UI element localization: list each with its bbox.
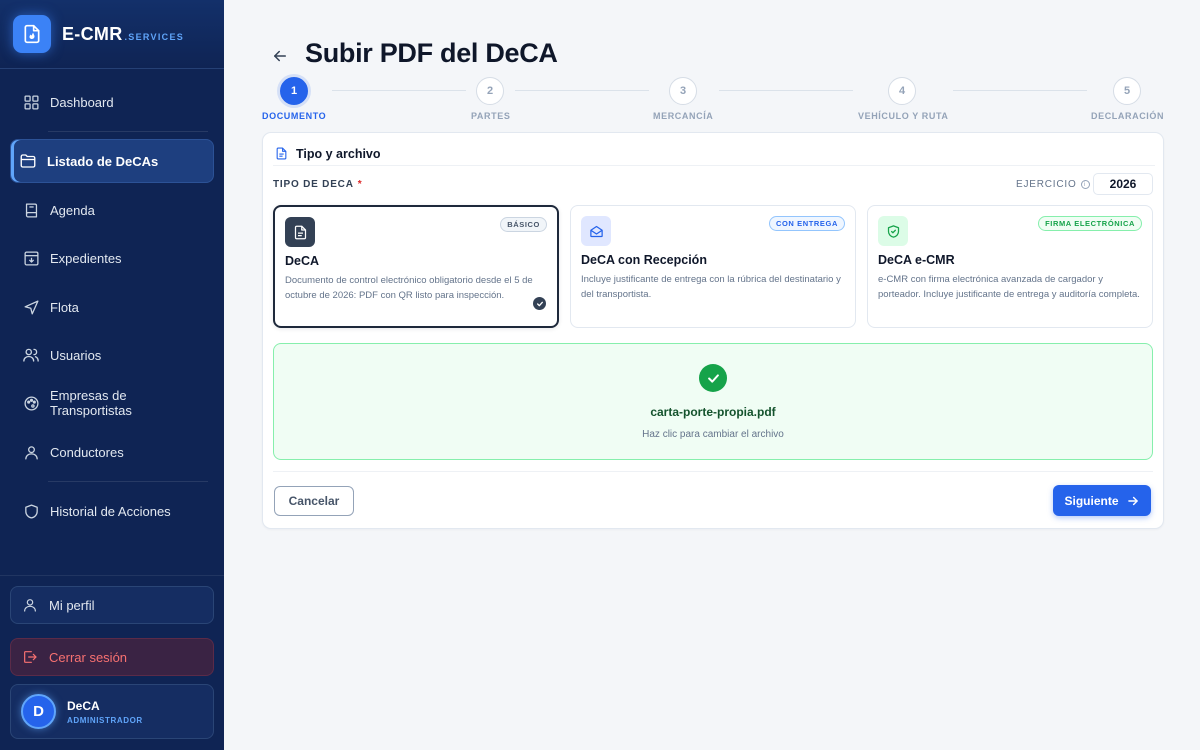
navigation-icon [22,298,40,316]
upload-card: Tipo y archivo TIPO DE DECA * EJERCICIO i … [262,132,1164,529]
check-circle-icon [699,364,727,392]
brand[interactable]: E-CMR .SERVICES [0,0,224,69]
type-title: DeCA e-CMR [878,253,955,267]
arrow-right-icon [1126,494,1140,508]
step-vehiculo-ruta[interactable]: 4 [888,77,916,105]
file-text-icon [285,217,315,247]
sidebar-item-historial-acciones[interactable]: Historial de Acciones [10,489,214,533]
logout-button[interactable]: Cerrar sesión [10,638,214,676]
cancel-button[interactable]: Cancelar [274,486,354,516]
step-documento[interactable]: 1 [280,77,308,105]
card-footer-separator [273,471,1153,472]
sidebar-item-flota[interactable]: Flota [10,285,214,329]
stepper-connector [332,90,466,91]
required-mark: * [357,179,363,190]
back-button[interactable] [270,46,290,66]
step-label: MERCANCÍA [653,111,714,121]
step-mercancia[interactable]: 3 [669,77,697,105]
sidebar-item-label: Dashboard [50,94,114,110]
brand-logo-icon [13,15,51,53]
type-option-deca-ecmr[interactable]: FIRMA ELECTRÓNICA DeCA e-CMR e-CMR con f… [867,205,1153,328]
grid-icon [22,93,40,111]
stepper-connector [515,90,649,91]
brand-name: E-CMR [62,23,123,44]
sidebar-item-label: Listado de DeCAs [47,153,159,169]
step-partes[interactable]: 2 [476,77,504,105]
file-text-icon [275,147,289,161]
sidebar-item-dashboard[interactable]: Dashboard [10,80,214,124]
step-label: VEHÍCULO Y RUTA [858,111,949,121]
selected-check-icon [533,297,546,310]
type-badge: BÁSICO [500,217,547,232]
sidebar-item-label: Conductores [50,444,124,460]
user-icon [21,596,39,614]
step-label: DOCUMENTO [262,111,327,121]
sidebar-divider [48,131,208,132]
step-label: PARTES [471,111,511,121]
info-icon: i [1080,180,1090,189]
book-icon [22,201,40,219]
card-header-title: Tipo y archivo [296,146,381,161]
type-option-deca-recepcion[interactable]: CON ENTREGA DeCA con Recepción Incluye j… [570,205,856,328]
ejercicio-label: EJERCICIO i [1016,179,1090,190]
sidebar: E-CMR .SERVICES Dashboard Listado de DeC… [0,0,224,750]
sidebar-item-label: Historial de Acciones [50,503,171,519]
mail-open-icon [581,216,611,246]
type-option-deca[interactable]: BÁSICO DeCA Documento de control electró… [273,205,559,328]
sidebar-item-label: Flota [50,299,79,315]
sidebar-bottom-separator [0,575,224,576]
sidebar-item-label: Agenda [50,202,95,218]
type-title: DeCA [285,254,320,268]
uploaded-file-name: carta-porte-propia.pdf [650,405,776,419]
archive-icon [22,249,40,267]
folder-icon [19,152,37,170]
user-icon [22,443,40,461]
type-field-label: TIPO DE DECA * [273,179,363,190]
type-description: Documento de control electrónico obligat… [285,275,533,301]
sidebar-item-conductores[interactable]: Conductores [10,430,214,474]
user-card[interactable]: D DeCA ADMINISTRADOR [10,684,214,739]
stepper-connector [953,90,1087,91]
sidebar-item-label: Usuarios [50,347,102,363]
next-button[interactable]: Siguiente [1053,485,1151,516]
sidebar-item-empresas-transportistas[interactable]: Empresas de Transportistas [10,381,214,425]
shield-icon [22,502,40,520]
sidebar-item-agenda[interactable]: Agenda [10,188,214,232]
sidebar-item-expedientes[interactable]: Expedientes [10,236,214,280]
type-badge: FIRMA ELECTRÓNICA [1038,216,1142,231]
sidebar-item-label: Empresas de Transportistas [50,388,132,418]
ejercicio-input[interactable] [1093,173,1153,195]
logout-icon [21,648,39,666]
avatar: D [21,694,56,729]
sidebar-item-label: Expedientes [50,250,122,266]
users-icon [22,346,40,364]
step-label: DECLARACIÓN [1091,111,1165,121]
profile-button[interactable]: Mi perfil [10,586,214,624]
logout-label: Cerrar sesión [49,649,128,665]
brand-suffix: .SERVICES [124,32,185,42]
shield-check-icon [878,216,908,246]
file-dropzone[interactable]: carta-porte-propia.pdf Haz clic para cam… [273,343,1153,460]
user-role: ADMINISTRADOR [67,715,143,725]
type-badge: CON ENTREGA [768,216,845,231]
sidebar-item-listado-decas[interactable]: Listado de DeCAs [10,139,214,183]
page-title: Subir PDF del DeCA [305,38,558,68]
card-header: Tipo y archivo [273,142,1155,166]
sidebar-divider [48,481,208,482]
type-description: Incluye justificante de entrega con la r… [581,274,841,300]
user-name: DeCA [67,698,100,713]
profile-label: Mi perfil [49,597,95,613]
type-title: DeCA con Recepción [581,253,707,267]
palette-icon [22,394,40,412]
stepper-connector [719,90,853,91]
dropzone-hint: Haz clic para cambiar el archivo [642,429,784,440]
step-declaracion[interactable]: 5 [1113,77,1141,105]
arrow-left-icon [274,50,286,62]
next-label: Siguiente [1064,493,1119,508]
type-description: e-CMR con firma electrónica avanzada de … [878,274,1140,300]
sidebar-item-usuarios[interactable]: Usuarios [10,333,214,377]
